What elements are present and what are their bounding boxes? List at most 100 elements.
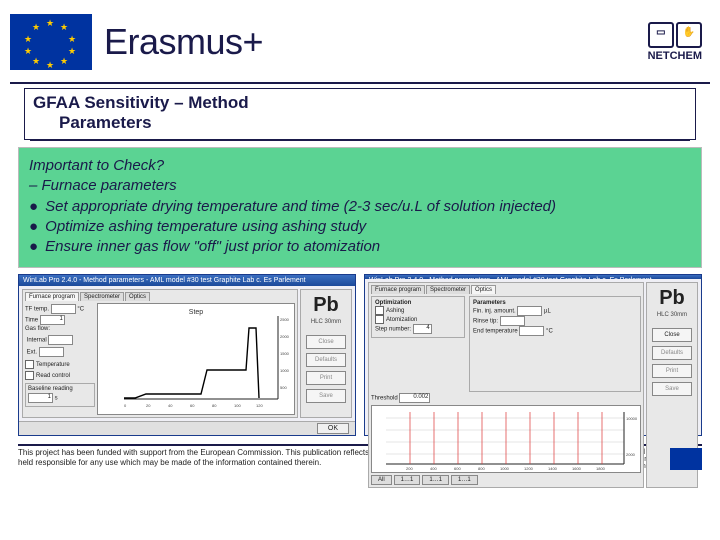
internal-label: Internal bbox=[27, 338, 47, 344]
svg-text:120: 120 bbox=[256, 403, 263, 408]
internal-input[interactable] bbox=[48, 335, 73, 345]
svg-text:40: 40 bbox=[168, 403, 173, 408]
svg-text:600: 600 bbox=[454, 466, 461, 471]
print-button-2[interactable]: Print bbox=[652, 364, 692, 378]
svg-text:2000: 2000 bbox=[280, 334, 290, 339]
defaults-button-2[interactable]: Defaults bbox=[652, 346, 692, 360]
header-divider bbox=[10, 82, 710, 84]
read-checkbox[interactable] bbox=[25, 371, 34, 380]
svg-text:1200: 1200 bbox=[524, 466, 534, 471]
tab2-furnace[interactable]: Furnace program bbox=[371, 285, 425, 294]
svg-text:1600: 1600 bbox=[572, 466, 582, 471]
element-panel: Pb HLC 30mm Close Defaults Print Save bbox=[300, 289, 352, 418]
note-line1: – Furnace parameters bbox=[29, 176, 691, 196]
eu-flag-icon: ★★ ★★ ★★ ★★ ★★ bbox=[10, 14, 92, 70]
monitor-icon: ▭ bbox=[648, 22, 674, 48]
element-info: HLC 30mm bbox=[311, 319, 341, 325]
important-note-box: Important to Check? – Furnace parameters… bbox=[18, 147, 702, 268]
range-3[interactable]: 1…1 bbox=[451, 475, 478, 485]
range-all[interactable]: All bbox=[371, 475, 392, 485]
optimization-chart: 200 400 600 800 1000 1200 1400 1600 1800 2000 1… bbox=[371, 405, 641, 473]
note-intro: Important to Check? bbox=[29, 156, 691, 176]
rinse-input[interactable] bbox=[500, 316, 525, 326]
optimization-group: Optimization Ashing Atomization Step num… bbox=[371, 296, 465, 338]
svg-text:1400: 1400 bbox=[548, 466, 558, 471]
ok-button[interactable]: OK bbox=[317, 423, 349, 434]
svg-text:10000: 10000 bbox=[626, 416, 638, 421]
tab2-spectrometer[interactable]: Spectrometer bbox=[426, 285, 470, 294]
svg-text:1000: 1000 bbox=[280, 368, 290, 373]
svg-text:200: 200 bbox=[406, 466, 413, 471]
close-button[interactable]: Close bbox=[306, 335, 346, 349]
furnace-controls: TF temp. °C Time 1 Gas flow: Internal Ex… bbox=[25, 303, 95, 415]
close-button-2[interactable]: Close bbox=[652, 328, 692, 342]
save-button[interactable]: Save bbox=[306, 389, 346, 403]
optimization-window: WinLab Pro 2.4.0 - Method parameters - A… bbox=[364, 274, 702, 436]
svg-text:800: 800 bbox=[478, 466, 485, 471]
svg-text:2500: 2500 bbox=[280, 317, 290, 322]
svg-text:1000: 1000 bbox=[500, 466, 510, 471]
element-symbol: Pb bbox=[313, 294, 339, 317]
element-symbol-2: Pb bbox=[659, 287, 685, 310]
print-button[interactable]: Print bbox=[306, 371, 346, 385]
furnace-step-chart: Step 0 20 40 60 80 100 120 500 1000 1500 bbox=[97, 303, 295, 415]
ext-input[interactable] bbox=[39, 347, 64, 357]
svg-text:60: 60 bbox=[190, 403, 195, 408]
fin-inj-input[interactable] bbox=[517, 306, 542, 316]
tf-temp-label: TF temp. bbox=[25, 306, 49, 312]
svg-text:400: 400 bbox=[430, 466, 437, 471]
header: ★★ ★★ ★★ ★★ ★★ Erasmus+ ▭ ✋ NETCHEM bbox=[0, 0, 720, 80]
defaults-button[interactable]: Defaults bbox=[306, 353, 346, 367]
note-line3: Optimize ashing temperature using ashing… bbox=[45, 218, 366, 235]
range-buttons[interactable]: All 1…1 1…1 1…1 bbox=[371, 475, 641, 485]
element-info-2: HLC 30mm bbox=[657, 312, 687, 318]
tab-strip[interactable]: Furnace program Spectrometer Optics bbox=[25, 292, 295, 301]
end-temp-input[interactable] bbox=[519, 326, 544, 336]
svg-text:0: 0 bbox=[124, 403, 127, 408]
time-label: Time bbox=[25, 318, 38, 324]
tab-spectrometer[interactable]: Spectrometer bbox=[80, 292, 124, 301]
svg-text:500: 500 bbox=[280, 385, 287, 390]
svg-text:20: 20 bbox=[146, 403, 151, 408]
tab-optics[interactable]: Optics bbox=[125, 292, 150, 301]
hand-icon: ✋ bbox=[676, 22, 702, 48]
ashing-radio[interactable] bbox=[375, 306, 384, 315]
range-2[interactable]: 1…1 bbox=[422, 475, 449, 485]
svg-text:2000: 2000 bbox=[626, 452, 636, 457]
slide-title: GFAA Sensitivity – Method Parameters bbox=[24, 88, 696, 140]
tab-strip-2[interactable]: Furnace program Spectrometer Optics bbox=[371, 285, 641, 294]
netchem-logo: ▭ ✋ NETCHEM bbox=[648, 22, 710, 62]
step-label: Step number: bbox=[375, 327, 411, 333]
save-button-2[interactable]: Save bbox=[652, 382, 692, 396]
atomization-radio[interactable] bbox=[375, 315, 384, 324]
svg-text:Step: Step bbox=[189, 309, 204, 316]
window1-titlebar: WinLab Pro 2.4.0 - Method parameters - A… bbox=[19, 275, 355, 285]
title-line2: Parameters bbox=[33, 113, 687, 133]
baseline-input[interactable]: 1 bbox=[28, 393, 53, 403]
note-line4: Ensure inner gas flow "off" just prior t… bbox=[45, 238, 380, 255]
parameters-group: Parameters Fin. inj. amount. µL Rinse ti… bbox=[469, 296, 641, 392]
ext-label: Ext. bbox=[27, 349, 37, 355]
step-input[interactable]: 4 bbox=[413, 324, 432, 334]
threshold-input[interactable]: 0.002 bbox=[399, 393, 430, 403]
eu-flag-mini-icon bbox=[670, 448, 702, 470]
svg-text:1500: 1500 bbox=[280, 351, 290, 356]
screenshot-row: WinLab Pro 2.4.0 - Method parameters - A… bbox=[0, 274, 720, 440]
erasmus-logo: Erasmus+ bbox=[104, 21, 263, 63]
range-1[interactable]: 1…1 bbox=[394, 475, 421, 485]
title-underline bbox=[30, 139, 690, 141]
furnace-program-window: WinLab Pro 2.4.0 - Method parameters - A… bbox=[18, 274, 356, 436]
svg-text:80: 80 bbox=[212, 403, 217, 408]
gasflow-label: Gas flow: bbox=[25, 326, 95, 334]
note-line2: Set appropriate drying temperature and t… bbox=[45, 198, 556, 215]
baseline-label: Baseline reading bbox=[28, 386, 73, 392]
svg-text:100: 100 bbox=[234, 403, 241, 408]
temp-checkbox[interactable] bbox=[25, 360, 34, 369]
tf-temp-input[interactable] bbox=[51, 304, 76, 314]
svg-text:1800: 1800 bbox=[596, 466, 606, 471]
threshold-label: Threshold bbox=[371, 396, 398, 402]
time-input[interactable]: 1 bbox=[40, 315, 65, 325]
tab2-optics[interactable]: Optics bbox=[471, 285, 496, 294]
tab-furnace[interactable]: Furnace program bbox=[25, 292, 79, 301]
title-line1: GFAA Sensitivity – Method bbox=[33, 93, 687, 113]
